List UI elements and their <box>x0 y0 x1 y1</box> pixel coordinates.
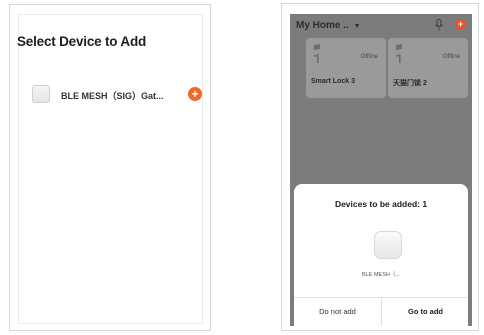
sheet-device-name: BLE MESH（... <box>362 272 400 278</box>
home-title-label: My Home .. <box>296 20 352 31</box>
left-screen-content: BLE MESH（SIG）Gat... + <box>20 0 205 335</box>
go-to-add-button[interactable]: Go to add <box>382 298 469 326</box>
home-screen: My Home .. ▼ + Offline Smart Lock 3 Offl… <box>290 14 472 326</box>
right-phone-frame: My Home .. ▼ + Offline Smart Lock 3 Offl… <box>281 3 479 331</box>
device-thumbnail-icon <box>374 231 402 259</box>
device-name: BLE MESH（SIG）Gat... <box>61 91 164 101</box>
chevron-down-icon: ▼ <box>353 23 361 30</box>
sheet-title: Devices to be added: 1 <box>334 199 428 209</box>
lock-device-icon <box>314 44 320 63</box>
plus-circle-icon[interactable]: + <box>188 87 202 101</box>
microphone-icon[interactable] <box>434 19 444 31</box>
device-thumbnail-icon <box>32 85 50 103</box>
do-not-add-button[interactable]: Do not add <box>294 298 381 326</box>
lock-device-icon <box>396 44 402 63</box>
home-selector[interactable]: My Home .. ▼ <box>296 20 361 31</box>
status-badge: Offline <box>360 54 378 60</box>
device-list-item[interactable]: BLE MESH（SIG）Gat... + <box>32 80 202 110</box>
device-card-name: Smart Lock 3 <box>311 78 355 85</box>
device-card[interactable]: Offline 天猫门锁 2 <box>388 38 468 98</box>
add-devices-sheet: Devices to be added: 1 BLE MESH（... Do n… <box>294 184 468 326</box>
device-card[interactable]: Offline Smart Lock 3 <box>306 38 386 98</box>
status-badge: Offline <box>442 54 460 60</box>
device-card-name: 天猫门锁 2 <box>393 80 427 87</box>
add-plus-icon[interactable]: + <box>455 19 466 30</box>
